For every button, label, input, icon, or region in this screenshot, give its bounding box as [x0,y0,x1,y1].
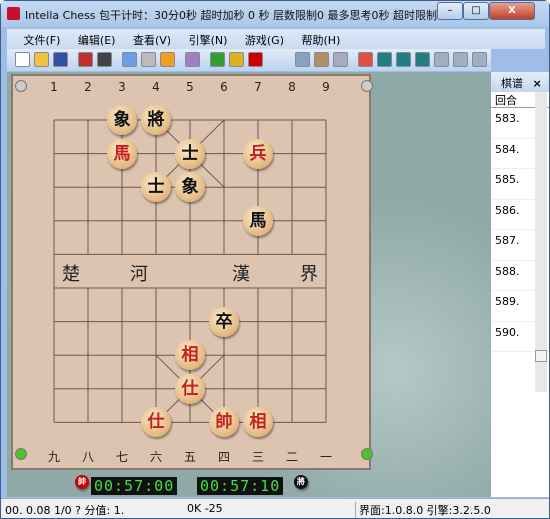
window-title: Intella Chess 包干计时：30分0秒 超时加秒 0 秒 层数限制0 … [25,9,455,22]
last-icon[interactable] [472,52,487,67]
prev-icon[interactable] [415,52,430,67]
red-piece[interactable]: 相 [175,340,205,371]
edit-icon[interactable] [185,52,200,67]
menu-file[interactable]: 文件(F) [17,29,68,51]
river-text: 河 [130,264,148,286]
close-button[interactable]: X [489,2,535,20]
minimize-button[interactable]: – [437,2,463,20]
red-computer-icon[interactable] [78,52,93,67]
menu-engine[interactable]: 引擎(N) [182,29,235,51]
red-turn-icon: 帥 [75,475,89,489]
red-clock: 00:57:00 [91,477,178,495]
copy-icon[interactable] [295,52,310,67]
menu-bar: 文件(F) 编辑(E) 查看(V) 引擎(N) 游戏(G) 帮助(H) [7,29,545,49]
corner-light-off-icon [15,80,27,92]
menu-view[interactable]: 查看(V) [126,29,178,51]
status-version: 界面:1.0.8.0 引擎:3.2.5.0 [355,502,491,518]
app-icon [7,7,20,20]
corner-light-off-icon [361,80,373,92]
river-text: 漢 [232,264,250,286]
lock-icon[interactable] [229,52,244,67]
prev-fast-icon[interactable] [396,52,411,67]
file-number: 8 [288,80,296,94]
maximize-button[interactable]: □ [463,2,489,20]
move-list-panel: 棋谱 × 回合 583. 584. 585. 586. 587. 588. 589. 590. [491,72,549,497]
undo-icon[interactable] [358,52,373,67]
panel-close-button[interactable]: × [533,77,542,90]
chess-board[interactable]: 123456789九八七六五四三二一楚河漢界象將馬士兵士象馬卒相仕仕帥相 [11,74,373,470]
board-area: 123456789九八七六五四三二一楚河漢界象將馬士兵士象馬卒相仕仕帥相 帥 0… [7,72,491,497]
file-number: 9 [322,80,330,94]
menu-edit[interactable]: 编辑(E) [71,29,123,51]
file-number: 七 [115,450,128,464]
black-computer-icon[interactable] [97,52,112,67]
menu-game[interactable]: 游戏(G) [238,29,291,51]
title-bar: Intella Chess 包干计时：30分0秒 超时加秒 0 秒 层数限制0 … [1,1,549,27]
black-clock: 00:57:10 [197,477,284,495]
file-number: 九 [47,450,60,464]
next-fast-icon[interactable] [453,52,468,67]
red-piece[interactable]: 兵 [243,138,273,169]
file-number: 1 [50,80,58,94]
file-number: 4 [152,80,160,94]
stop-icon[interactable] [141,52,156,67]
river-text: 界 [300,264,318,286]
file-number: 八 [81,450,94,464]
file-number: 5 [186,80,194,94]
panel-title: 棋谱 [501,77,523,90]
corner-light-green-icon [361,448,373,460]
file-number: 三 [251,450,264,464]
red-piece[interactable]: 馬 [107,138,137,169]
app-window: Intella Chess 包干计时：30分0秒 超时加秒 0 秒 层数限制0 … [0,0,550,519]
scrollbar-thumb[interactable] [535,350,547,362]
black-piece[interactable]: 卒 [209,306,239,337]
next-icon[interactable] [434,52,449,67]
black-piece[interactable]: 象 [107,105,137,135]
status-score: 00. 0.08 1/0 ? 分值: 1. [5,504,125,517]
flip-icon[interactable] [210,52,225,67]
river-text: 楚 [62,264,80,286]
black-turn-icon: 將 [294,475,308,489]
status-bar: 00. 0.08 1/0 ? 分值: 1. 0K -25 界面:1.0.8.0 … [1,498,549,518]
black-piece[interactable]: 將 [141,105,171,135]
refresh-icon[interactable] [160,52,175,67]
file-number: 2 [84,80,92,94]
scrollbar[interactable] [535,92,547,392]
toolbar [7,49,491,71]
file-number: 一 [319,450,332,464]
file-number: 7 [254,80,262,94]
new-icon[interactable] [15,52,30,67]
red-piece[interactable]: 仕 [175,373,205,404]
save-icon[interactable] [53,52,68,67]
panel-header: 棋谱 × [491,72,549,92]
file-number: 五 [183,450,196,464]
open-icon[interactable] [34,52,49,67]
paste2-icon[interactable] [333,52,348,67]
file-number: 六 [149,450,162,464]
black-piece[interactable]: 象 [175,172,205,203]
file-number: 3 [118,80,126,94]
menu-help[interactable]: 帮助(H) [295,29,348,51]
file-number: 6 [220,80,228,94]
status-info: 0K -25 [187,502,223,515]
first-icon[interactable] [377,52,392,67]
file-number: 四 [217,450,230,464]
paste-icon[interactable] [314,52,329,67]
file-number: 二 [285,450,298,464]
black-piece[interactable]: 士 [175,138,205,169]
black-piece[interactable]: 馬 [243,205,273,236]
corner-light-green-icon [15,448,27,460]
black-piece[interactable]: 士 [141,172,171,203]
hammer-icon[interactable] [248,52,263,67]
search-icon[interactable] [122,52,137,67]
